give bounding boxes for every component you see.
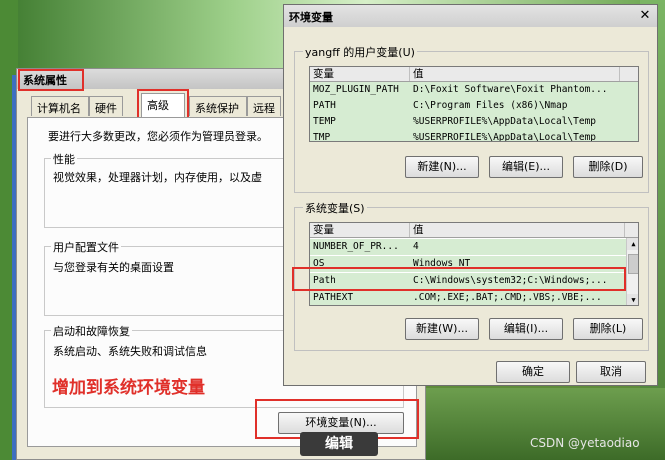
watermark: CSDN @yetaodiao <box>530 436 640 450</box>
user-variables-header: 变量 值 <box>310 67 638 82</box>
tab-hardware[interactable]: 硬件 <box>89 96 123 116</box>
close-icon[interactable]: ✕ <box>637 8 653 24</box>
env-dialog-titlebar[interactable]: 环境变量 ✕ <box>284 5 657 27</box>
column-value[interactable]: 值 <box>410 67 620 81</box>
variable-value: 4 <box>413 241 419 252</box>
variable-value: %USERPROFILE%\AppData\Local\Temp <box>413 116 597 127</box>
system-new-button[interactable]: 新建(W)... <box>405 318 479 340</box>
edit-caption: 编辑 <box>300 432 378 456</box>
title-highlight-box <box>18 69 84 91</box>
system-delete-button[interactable]: 删除(L) <box>573 318 643 340</box>
env-dialog-title: 环境变量 <box>289 11 333 24</box>
scroll-up-icon[interactable]: ▲ <box>627 238 638 250</box>
startup-recovery-title: 启动和故障恢复 <box>51 323 132 339</box>
add-to-system-env-note: 增加到系统环境变量 <box>52 378 205 398</box>
environment-variables-dialog: 环境变量 ✕ yangff 的用户变量(U) 变量 值 MOZ_PLUGIN_P… <box>283 4 658 386</box>
path-row-highlight <box>292 267 626 291</box>
admin-notice: 要进行大多数更改，您必须作为管理员登录。 <box>48 130 268 143</box>
user-new-button[interactable]: 新建(N)... <box>405 156 479 178</box>
user-variables-title: yangff 的用户变量(U) <box>303 44 417 60</box>
cancel-button[interactable]: 取消 <box>576 361 646 383</box>
tab-system-protection[interactable]: 系统保护 <box>189 96 247 116</box>
ok-button[interactable]: 确定 <box>496 361 570 383</box>
column-variable[interactable]: 变量 <box>310 67 410 81</box>
user-edit-button[interactable]: 编辑(E)... <box>489 156 563 178</box>
system-vars-scrollbar[interactable]: ▲ ▼ <box>626 238 638 305</box>
advanced-tab-highlight <box>137 89 189 119</box>
table-row[interactable]: PATHEXT .COM;.EXE;.BAT;.CMD;.VBS;.VBE;..… <box>310 290 626 305</box>
scroll-down-icon[interactable]: ▼ <box>627 294 638 305</box>
variable-name: PATH <box>313 100 336 111</box>
table-row[interactable]: NUMBER_OF_PR... 4 <box>310 239 626 255</box>
performance-description: 视觉效果，处理器计划，内存使用，以及虚 <box>53 171 262 184</box>
scroll-thumb[interactable] <box>628 254 638 274</box>
variable-name: TMP <box>313 132 331 142</box>
column-variable[interactable]: 变量 <box>310 223 410 237</box>
performance-title: 性能 <box>51 151 77 167</box>
table-row[interactable]: PATH C:\Program Files (x86)\Nmap <box>310 98 638 114</box>
table-row[interactable]: TMP %USERPROFILE%\AppData\Local\Temp <box>310 130 638 142</box>
variable-name: NUMBER_OF_PR... <box>313 241 399 252</box>
tab-remote[interactable]: 远程 <box>247 96 281 116</box>
system-edit-button[interactable]: 编辑(I)... <box>489 318 563 340</box>
system-variables-table[interactable]: 变量 值 NUMBER_OF_PR... 4 OS Windows_NT Pat… <box>309 222 639 306</box>
system-variables-title: 系统变量(S) <box>303 200 367 216</box>
variable-value: .COM;.EXE;.BAT;.CMD;.VBS;.VBE;... <box>413 292 602 303</box>
table-row[interactable]: MOZ_PLUGIN_PATH D:\Foxit Software\Foxit … <box>310 82 638 98</box>
variable-value: %USERPROFILE%\AppData\Local\Temp <box>413 132 597 142</box>
user-profile-description: 与您登录有关的桌面设置 <box>53 261 174 274</box>
variable-name: TEMP <box>313 116 336 127</box>
system-variables-header: 变量 值 <box>310 223 638 238</box>
variable-name: PATHEXT <box>313 292 354 303</box>
variable-name: MOZ_PLUGIN_PATH <box>313 84 399 95</box>
startup-recovery-description: 系统启动、系统失败和调试信息 <box>53 345 207 358</box>
table-row[interactable]: TEMP %USERPROFILE%\AppData\Local\Temp <box>310 114 638 130</box>
column-value[interactable]: 值 <box>410 223 625 237</box>
user-variables-group: yangff 的用户变量(U) 变量 值 MOZ_PLUGIN_PATH D:\… <box>294 44 649 193</box>
user-delete-button[interactable]: 删除(D) <box>573 156 643 178</box>
variable-value: C:\Program Files (x86)\Nmap <box>413 100 568 111</box>
user-profile-title: 用户配置文件 <box>51 239 121 255</box>
user-variables-table[interactable]: 变量 值 MOZ_PLUGIN_PATH D:\Foxit Software\F… <box>309 66 639 142</box>
tab-computer-name[interactable]: 计算机名 <box>31 96 89 116</box>
variable-value: D:\Foxit Software\Foxit Phantom... <box>413 84 608 95</box>
